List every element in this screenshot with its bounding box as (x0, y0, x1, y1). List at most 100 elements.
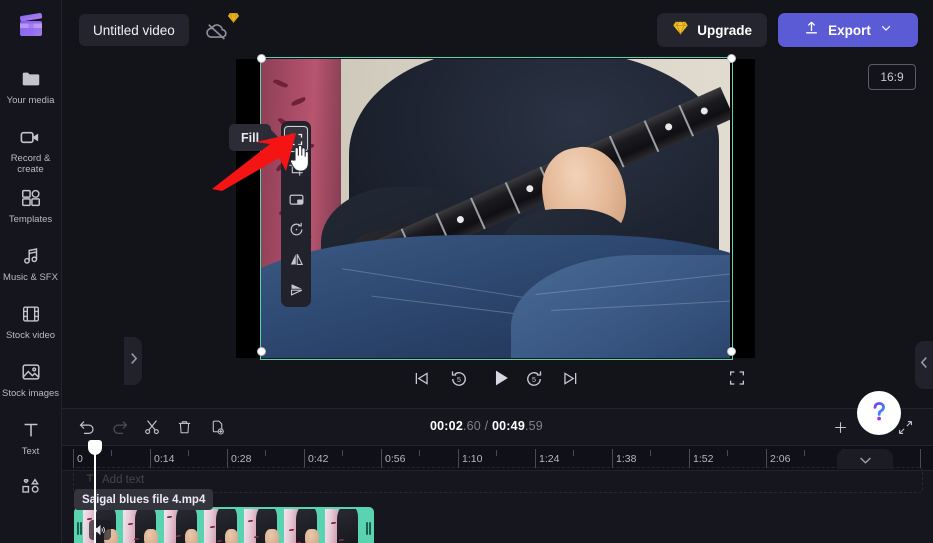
sidebar-item-label: Your media (7, 95, 55, 106)
right-panel-collapse-button[interactable] (915, 341, 933, 389)
sidebar-item-your-media[interactable]: Your media (0, 60, 62, 118)
resize-handle-bottom-left[interactable] (257, 347, 266, 356)
resize-handle-top-right[interactable] (727, 54, 736, 63)
sidebar-item-label: Stock video (6, 330, 55, 341)
delete-button[interactable] (172, 416, 196, 438)
resize-handle-top-left[interactable] (257, 54, 266, 63)
diamond-icon (672, 19, 689, 41)
clip-trim-handle-left[interactable] (76, 509, 83, 543)
timeline-toolbar: 00:02.60 / 00:49.59 (62, 409, 933, 445)
forward-5s-button[interactable]: 5 (524, 369, 544, 389)
undo-button[interactable] (75, 416, 99, 438)
chevron-right-icon (129, 352, 138, 370)
current-time-frames: .60 (463, 419, 481, 433)
image-icon (19, 360, 43, 384)
zoom-in-button[interactable] (828, 416, 852, 438)
templates-icon (19, 186, 43, 210)
export-button-label: Export (828, 23, 871, 38)
flip-horizontal-button[interactable] (283, 245, 309, 273)
preview-stage: 16:9 (62, 59, 933, 404)
total-time: 00:49 (492, 419, 525, 433)
picture-in-picture-button[interactable] (283, 185, 309, 213)
upload-arrow-icon (803, 19, 820, 41)
clipchamp-video-editor: Your media Record & create Templates (0, 0, 933, 543)
ruler-tick-label: 1:10 (462, 453, 482, 465)
sidebar-item-stock-video[interactable]: Stock video (0, 295, 62, 353)
fullscreen-button[interactable] (728, 369, 746, 387)
sidebar-item-label: Record & create (2, 153, 60, 175)
chevron-down-icon[interactable] (879, 21, 893, 40)
play-button[interactable] (490, 367, 512, 389)
chevron-down-icon (859, 452, 872, 470)
skip-to-end-button[interactable] (561, 369, 580, 388)
skip-to-start-button[interactable] (412, 369, 431, 388)
timeline-tracks: Add text Saigal blues file 4.mp4 (62, 471, 933, 543)
player-controls: 5 5 (62, 358, 933, 404)
shapes-icon (19, 476, 43, 500)
split-button[interactable] (140, 416, 164, 438)
video-canvas (261, 59, 730, 358)
clip-thumbnail (123, 509, 163, 543)
crop-button[interactable] (283, 155, 309, 183)
clip-thumbnail (244, 509, 284, 543)
resize-handle-bottom-right[interactable] (727, 347, 736, 356)
current-time: 00:02 (430, 419, 463, 433)
timeline-panel: 00:02.60 / 00:49.59 (62, 408, 933, 543)
left-sidebar: Your media Record & create Templates (0, 0, 62, 543)
music-note-icon (19, 244, 43, 268)
playhead[interactable] (94, 441, 96, 543)
sidebar-item-music-sfx[interactable]: Music & SFX (0, 237, 62, 295)
sidebar-item-label: Music & SFX (3, 272, 58, 283)
folder-icon (19, 67, 43, 91)
question-mark-icon (866, 398, 892, 429)
add-text-label: Add text (102, 474, 144, 486)
sidebar-item-record-create[interactable]: Record & create (0, 118, 62, 179)
sidebar-item-label: Text (22, 446, 39, 457)
redo-button[interactable] (108, 416, 132, 438)
timeline-video-clip[interactable] (74, 507, 374, 543)
chevron-left-icon (920, 356, 929, 374)
ruler-tick-label: 1:52 (693, 453, 713, 465)
clip-trim-handle-right[interactable] (365, 509, 372, 543)
sidebar-item-stock-images[interactable]: Stock images (0, 353, 62, 411)
ruler-tick-label: 0:14 (154, 453, 174, 465)
upgrade-button[interactable]: Upgrade (657, 13, 767, 47)
aspect-ratio-badge[interactable]: 16:9 (868, 64, 916, 90)
project-title-input[interactable]: Untitled video (79, 14, 189, 46)
ruler-tick-label: 1:24 (539, 453, 559, 465)
fill-tooltip: Fill (229, 124, 271, 151)
stage-collapse-button[interactable] (837, 449, 893, 469)
clip-thumbnail (284, 509, 324, 543)
sidebar-item-templates[interactable]: Templates (0, 179, 62, 237)
help-button[interactable] (857, 391, 901, 435)
clip-thumbnail-strip (83, 509, 365, 543)
fill-button[interactable] (283, 125, 309, 153)
ruler-tick-label: 1:38 (616, 453, 636, 465)
video-camera-icon (19, 125, 43, 149)
left-panel-expand-button[interactable] (124, 337, 142, 385)
clip-thumbnail (164, 509, 204, 543)
total-time-frames: .59 (525, 419, 543, 433)
sidebar-item-shapes[interactable] (0, 469, 62, 527)
ruler-tick-label: 0 (77, 453, 83, 465)
sidebar-item-text[interactable]: Text (0, 411, 62, 469)
rewind-5s-button[interactable]: 5 (449, 369, 469, 389)
image-edit-toolbar (281, 121, 311, 307)
clipchamp-logo-icon[interactable] (14, 8, 48, 42)
clip-thumbnail (325, 509, 365, 543)
sidebar-item-label: Templates (9, 214, 52, 225)
timecode-separator: / (481, 419, 492, 433)
ruler-tick-label: 0:28 (231, 453, 251, 465)
export-button[interactable]: Export (778, 13, 918, 47)
video-preview[interactable] (236, 59, 755, 358)
speaker-icon[interactable] (89, 520, 111, 540)
timecode-display: 00:02.60 / 00:49.59 (430, 419, 543, 433)
upgrade-button-label: Upgrade (697, 23, 752, 38)
flip-vertical-button[interactable] (283, 275, 309, 303)
duplicate-button[interactable] (205, 416, 229, 438)
cloud-sync-status-button[interactable] (204, 12, 240, 46)
clip-thumbnail (204, 509, 244, 543)
text-t-icon (19, 418, 43, 442)
svg-text:5: 5 (457, 376, 461, 384)
rotate-button[interactable] (283, 215, 309, 243)
